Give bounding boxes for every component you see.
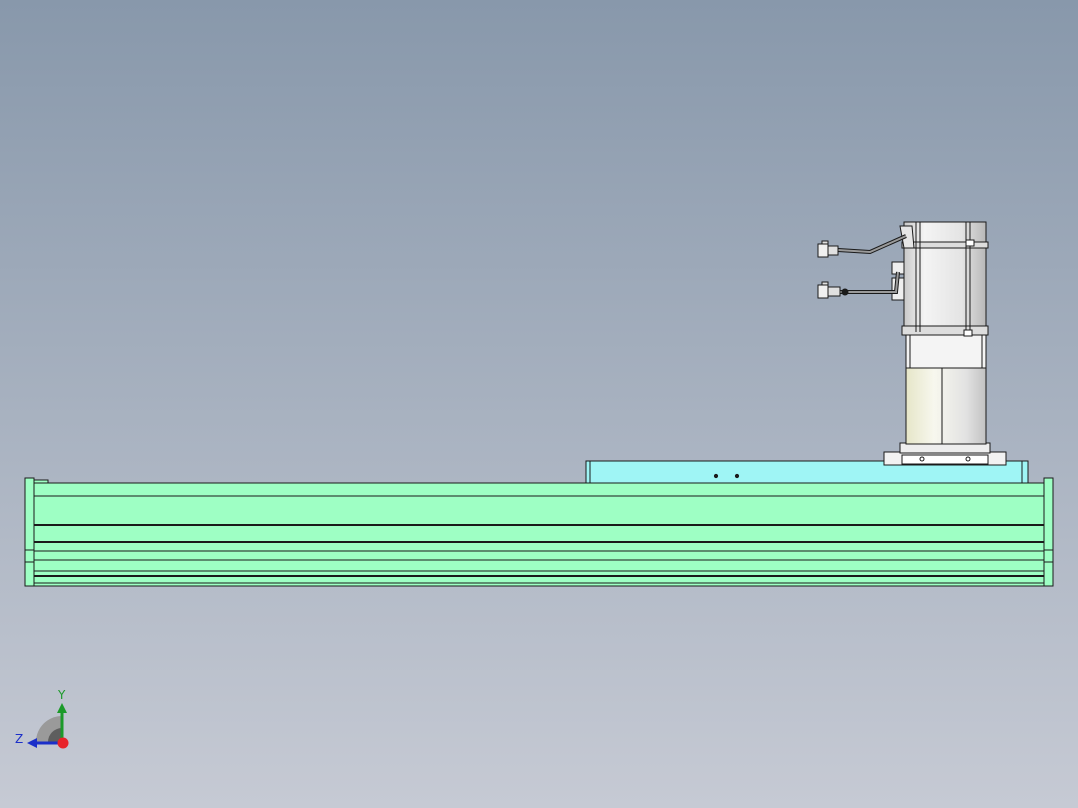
gear-flange: [905, 334, 987, 369]
power-plug[interactable]: [817, 240, 839, 258]
plug-latch: [821, 240, 829, 245]
encoder-cable-core: [840, 271, 899, 293]
triad-z-label: Z: [15, 732, 24, 746]
motor-band: [901, 325, 989, 336]
x-axis-origin-dot: [57, 737, 69, 749]
plug-head: [817, 243, 829, 258]
mount-bolt: [965, 456, 971, 462]
view-triad[interactable]: [27, 703, 69, 749]
encoder-cable: [840, 271, 900, 294]
left-end-cap: [24, 477, 35, 587]
plug-body: [827, 286, 841, 297]
mount-slot: [901, 454, 989, 465]
triad-y-label: Y: [58, 688, 66, 702]
linear-actuator-model[interactable]: [0, 0, 1078, 808]
plug-head: [817, 284, 829, 299]
motor-bolt: [965, 239, 975, 247]
plug-latch: [821, 281, 829, 286]
carriage-screw-hole: [713, 473, 719, 479]
right-end-cap: [1043, 477, 1054, 587]
mount-bolt: [919, 456, 925, 462]
encoder-plug[interactable]: [817, 281, 849, 299]
motor-bolt: [963, 329, 973, 337]
carriage-screw-hole: [734, 473, 740, 479]
cad-graphics-viewport[interactable]: Y Z: [0, 0, 1078, 808]
coupler-housing[interactable]: [905, 334, 987, 445]
plug-body: [827, 245, 839, 256]
z-axis-arrow-icon: [27, 738, 37, 748]
servo-motor[interactable]: [891, 221, 989, 337]
left-end-plate-top: [33, 479, 49, 484]
coupler-body: [905, 367, 987, 445]
motor-mount[interactable]: [883, 442, 1007, 466]
power-cable: [837, 234, 907, 255]
y-axis-arrow-icon: [57, 703, 67, 713]
ferrite-bead: [841, 288, 849, 296]
motor-band: [901, 241, 989, 249]
base-rail[interactable]: [24, 477, 1054, 587]
